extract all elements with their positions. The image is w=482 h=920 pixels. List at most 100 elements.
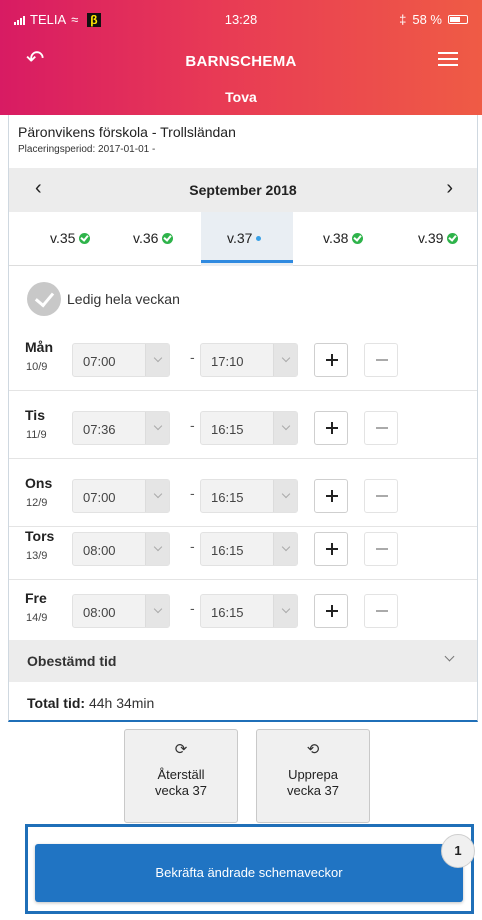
remove-interval-button[interactable] [364,532,398,566]
end-time-select[interactable]: 16:15 [200,411,298,445]
chevron-down-icon [444,651,455,662]
status-right: ‡ 58 % [399,12,468,27]
pending-count-badge: 1 [441,834,475,868]
confirm-changed-weeks-button[interactable]: Bekräfta ändrade schemaveckor [35,844,463,902]
dropdown-arrow-icon [273,595,297,627]
start-time-select[interactable]: 08:00 [72,532,170,566]
start-time-value: 08:00 [83,605,116,620]
start-time-select[interactable]: 07:00 [72,479,170,513]
check-icon [79,232,91,244]
time-separator: - [190,349,195,365]
check-icon [447,232,459,244]
day-date: 12/9 [26,497,48,509]
day-date: 14/9 [26,612,48,624]
repeat-icon: ⟲ [306,741,320,758]
day-date: 11/9 [26,429,47,441]
dropdown-arrow-icon [145,595,169,627]
title-bar: ↶ BARNSCHEMA [0,42,482,78]
day-name: Tors [25,528,55,544]
hamburger-menu-icon[interactable] [438,52,458,68]
dropdown-arrow-icon [273,533,297,565]
day-row-monday: Mån 10/9 07:00 - 17:10 [9,327,477,391]
dropdown-arrow-icon [145,533,169,565]
day-name: Mån [25,339,53,355]
check-icon [352,232,364,244]
week-tab-38[interactable]: v.38 [323,230,364,246]
repeat-week-sublabel: vecka 37 [286,783,340,798]
time-separator: - [190,538,195,554]
start-time-select[interactable]: 07:00 [72,343,170,377]
week-tab-35[interactable]: v.35 [50,230,91,246]
week-label: v.39 [418,230,444,246]
add-interval-button[interactable] [314,411,348,445]
end-time-select[interactable]: 16:15 [200,532,298,566]
total-time: Total tid: 44h 34min [27,695,154,711]
reset-week-label: Återställ [157,767,205,782]
remove-interval-button[interactable] [364,594,398,628]
week-tab-37[interactable]: v.37 [227,230,262,246]
child-name: Tova [225,89,257,105]
dropdown-arrow-icon [145,412,169,444]
day-row-friday: Fre 14/9 08:00 - 16:15 [9,578,477,642]
week-tab-36[interactable]: v.36 [133,230,174,246]
remove-interval-button[interactable] [364,343,398,377]
week-tab-39[interactable]: v.39 [418,230,459,246]
add-interval-button[interactable] [314,594,348,628]
remove-interval-button[interactable] [364,479,398,513]
week-label: v.37 [227,230,253,246]
reset-week-button[interactable]: ⟳ Återställ vecka 37 [124,729,238,823]
week-label: v.35 [50,230,76,246]
week-label: v.36 [133,230,159,246]
start-time-select[interactable]: 08:00 [72,594,170,628]
add-interval-button[interactable] [314,479,348,513]
bluetooth-icon: ‡ [399,12,407,27]
start-time-value: 07:00 [83,490,116,505]
total-time-value: 44h 34min [88,695,155,711]
school-name: Päronvikens förskola - Trollsländan [18,124,236,140]
remove-interval-button[interactable] [364,411,398,445]
day-row-tuesday: Tis 11/9 07:36 - 16:15 [9,395,477,459]
dropdown-arrow-icon [273,412,297,444]
day-name: Ons [25,475,53,491]
app-screen: TELIA ≈ β 13:28 ‡ 58 % ↶ BARNSCHEMA Tova… [0,0,482,920]
status-bar: TELIA ≈ β 13:28 ‡ 58 % [0,0,482,38]
end-time-value: 16:15 [211,605,244,620]
reset-icon: ⟳ [174,741,188,758]
reset-week-sublabel: vecka 37 [154,783,208,798]
repeat-week-label: Upprepa [288,767,338,782]
active-week-underline [201,260,293,263]
end-time-value: 16:15 [211,490,244,505]
battery-icon [448,15,468,24]
add-interval-button[interactable] [314,343,348,377]
month-label: September 2018 [189,182,297,198]
dropdown-arrow-icon [145,480,169,512]
day-date: 13/9 [26,550,48,562]
battery-label: 58 % [412,12,442,27]
end-time-value: 17:10 [211,354,244,369]
check-icon [162,232,174,244]
active-dot-icon [256,235,262,241]
time-separator: - [190,417,195,433]
app-header: TELIA ≈ β 13:28 ‡ 58 % ↶ BARNSCHEMA Tova [0,0,482,115]
total-time-label: Total tid: [27,695,86,711]
undetermined-time-section[interactable]: Obestämd tid [9,640,477,682]
start-time-select[interactable]: 07:36 [72,411,170,445]
day-row-thursday: Tors 13/9 08:00 - 16:15 [9,516,477,580]
end-time-select[interactable]: 17:10 [200,343,298,377]
placement-period: Placeringsperiod: 2017-01-01 - [18,144,156,155]
add-interval-button[interactable] [314,532,348,566]
time-separator: - [190,600,195,616]
start-time-value: 07:36 [83,422,116,437]
repeat-week-button[interactable]: ⟲ Upprepa vecka 37 [256,729,370,823]
day-name: Fre [25,590,47,606]
day-name: Tis [25,407,45,423]
undetermined-time-label: Obestämd tid [27,653,117,669]
start-time-value: 08:00 [83,543,116,558]
day-date: 10/9 [26,361,48,373]
next-month-chevron-icon[interactable]: › [446,178,453,198]
dropdown-arrow-icon [273,480,297,512]
free-whole-week-toggle[interactable]: Ledig hela veckan [27,282,180,316]
end-time-select[interactable]: 16:15 [200,479,298,513]
page-title: BARNSCHEMA [185,53,297,70]
end-time-select[interactable]: 16:15 [200,594,298,628]
